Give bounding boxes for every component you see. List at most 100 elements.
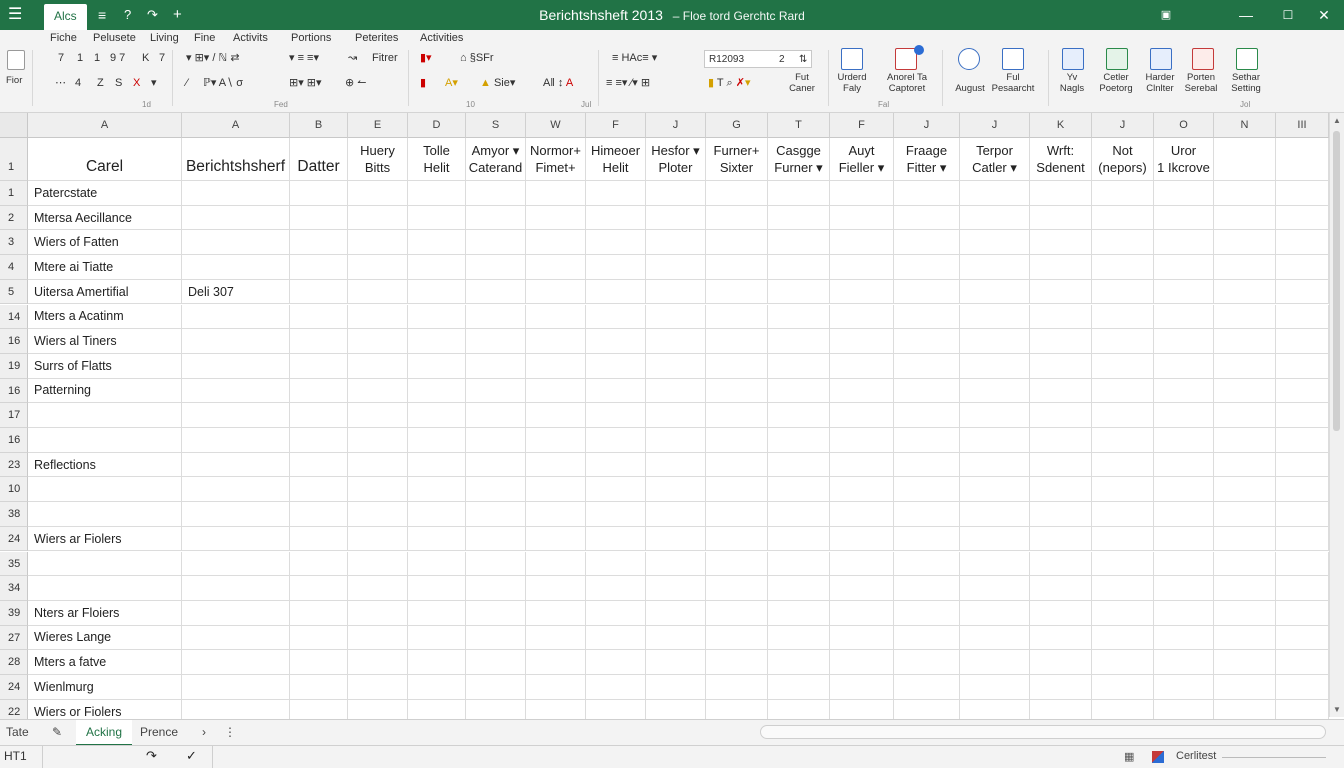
table-cell[interactable]: [646, 230, 706, 256]
table-cell[interactable]: [1214, 551, 1276, 577]
table-cell[interactable]: [408, 551, 466, 577]
table-cell[interactable]: [182, 502, 290, 527]
table-cell[interactable]: [646, 378, 706, 404]
table-cell[interactable]: [894, 378, 960, 404]
table-cell[interactable]: [960, 600, 1030, 626]
table-cell[interactable]: [1030, 255, 1092, 280]
table-cell[interactable]: [182, 255, 290, 280]
table-cell[interactable]: [466, 675, 526, 700]
list-icon[interactable]: ≡: [98, 0, 106, 30]
table-cell[interactable]: [768, 600, 830, 626]
table-cell[interactable]: [1030, 428, 1092, 453]
column-header[interactable]: O: [1154, 113, 1214, 138]
table-cell[interactable]: [960, 304, 1030, 330]
table-cell[interactable]: [768, 675, 830, 700]
table-cell[interactable]: [1154, 477, 1214, 503]
table-cell[interactable]: [894, 625, 960, 651]
close-button[interactable]: ✕: [1304, 0, 1344, 30]
table-cell[interactable]: [526, 526, 586, 552]
table-cell[interactable]: [830, 378, 894, 404]
table-cell[interactable]: [960, 675, 1030, 700]
table-cell[interactable]: [586, 304, 646, 330]
table-cell[interactable]: [466, 230, 526, 256]
font-size-2[interactable]: 1: [77, 52, 83, 65]
table-cell[interactable]: [1276, 477, 1329, 503]
table-cell[interactable]: [830, 353, 894, 379]
table-cell[interactable]: [1214, 576, 1276, 601]
large-button-6[interactable]: Cetler Poetorg: [1094, 72, 1138, 94]
table-cell[interactable]: [706, 477, 768, 503]
large-button-7[interactable]: Harder Clnlter: [1138, 72, 1182, 94]
table-cell[interactable]: [1214, 353, 1276, 379]
header-cell[interactable]: Not (nepors): [1092, 138, 1154, 181]
table-cell[interactable]: Reflections: [28, 452, 182, 478]
table-cell[interactable]: [894, 526, 960, 552]
table-cell[interactable]: [706, 230, 768, 256]
table-cell[interactable]: [646, 576, 706, 601]
table-cell[interactable]: [830, 205, 894, 231]
table-cell[interactable]: [348, 353, 408, 379]
table-cell[interactable]: [1154, 304, 1214, 330]
table-cell[interactable]: [182, 576, 290, 601]
large-button-5[interactable]: Yv Nagls: [1052, 72, 1092, 94]
table-cell[interactable]: [290, 477, 348, 503]
table-cell[interactable]: [768, 502, 830, 527]
table-cell[interactable]: [182, 230, 290, 256]
table-cell[interactable]: [1030, 502, 1092, 527]
merge-btn[interactable]: ⊕ ↼: [345, 77, 367, 90]
table-cell[interactable]: [408, 329, 466, 354]
table-cell[interactable]: [290, 526, 348, 552]
table-cell[interactable]: [1154, 403, 1214, 428]
table-cell[interactable]: [1030, 526, 1092, 552]
header-cell[interactable]: Tolle Helit: [408, 138, 466, 181]
table-cell[interactable]: [586, 329, 646, 354]
table-cell[interactable]: [290, 428, 348, 453]
header-cell[interactable]: [1276, 138, 1329, 181]
table-cell[interactable]: [1154, 600, 1214, 626]
table-cell[interactable]: [1030, 576, 1092, 601]
row-header[interactable]: 1: [0, 138, 28, 181]
column-header[interactable]: J: [894, 113, 960, 138]
column-header[interactable]: E: [348, 113, 408, 138]
table-cell[interactable]: [646, 181, 706, 206]
table-cell[interactable]: [466, 181, 526, 206]
table-cell[interactable]: [646, 526, 706, 552]
table-cell[interactable]: [290, 255, 348, 280]
table-cell[interactable]: [28, 477, 182, 503]
table-cell[interactable]: [290, 403, 348, 428]
table-cell[interactable]: [960, 452, 1030, 478]
table-cell[interactable]: [1092, 255, 1154, 280]
table-cell[interactable]: [290, 551, 348, 577]
fill-color-icon[interactable]: A▾: [445, 77, 458, 90]
table-cell[interactable]: Wiers ar Fiolers: [28, 526, 182, 552]
table-cell[interactable]: [182, 650, 290, 675]
tab-2[interactable]: Pelusete: [93, 31, 136, 45]
font-btn-3[interactable]: S: [115, 77, 122, 90]
table-cell[interactable]: [1092, 205, 1154, 231]
table-cell[interactable]: [586, 452, 646, 478]
table-cell[interactable]: [768, 452, 830, 478]
font-size-1[interactable]: 7: [58, 52, 64, 65]
table-cell[interactable]: [408, 230, 466, 256]
header-cell[interactable]: Wrft: Sdenent: [1030, 138, 1092, 181]
table-cell[interactable]: [526, 428, 586, 453]
table-cell[interactable]: [1276, 650, 1329, 675]
fut-caner-label[interactable]: Fut Caner: [780, 72, 824, 94]
font-color-button[interactable]: X: [133, 77, 140, 90]
font-btn-2[interactable]: Z: [97, 77, 104, 90]
table-cell[interactable]: [182, 477, 290, 503]
table-cell[interactable]: [526, 551, 586, 577]
table-cell[interactable]: [706, 452, 768, 478]
table-cell[interactable]: [1214, 329, 1276, 354]
table-cell[interactable]: [1092, 230, 1154, 256]
table-cell[interactable]: [768, 205, 830, 231]
header-cell[interactable]: Uror 1 Ikcrove: [1154, 138, 1214, 181]
table-cell[interactable]: [408, 625, 466, 651]
table-cell[interactable]: [408, 526, 466, 552]
table-cell[interactable]: [830, 428, 894, 453]
table-cell[interactable]: [706, 205, 768, 231]
currency-button[interactable]: ⌂ §SFr: [460, 52, 494, 65]
table-cell[interactable]: [960, 551, 1030, 577]
table-cell[interactable]: [1092, 600, 1154, 626]
table-cell[interactable]: [894, 650, 960, 675]
